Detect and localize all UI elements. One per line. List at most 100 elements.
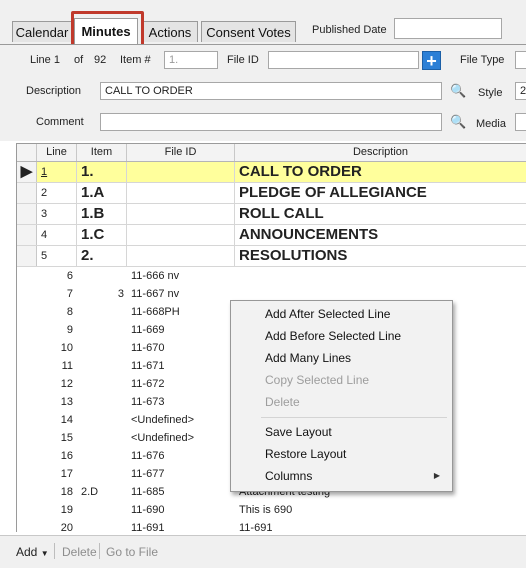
media-label: Media [476, 118, 506, 130]
description-cell: RESOLUTIONS [239, 247, 348, 264]
item-cell [77, 465, 127, 483]
grid-header: Line Item File ID Description [17, 144, 526, 162]
item-cell [77, 447, 127, 465]
file-id-label: File ID [227, 54, 259, 66]
file-id-cell: 11-690 [131, 504, 165, 516]
go-to-file-button[interactable]: Go to File [106, 545, 158, 559]
file-id-cell: 11-676 [131, 450, 165, 462]
line-cell: 6 [66, 270, 73, 282]
line-cell: 5 [37, 246, 77, 266]
published-date-input[interactable] [394, 18, 502, 39]
add-file-button[interactable]: + [422, 51, 441, 70]
item-label: Item # [120, 54, 151, 66]
file-id-cell: 11-671 [131, 360, 165, 372]
comment-label: Comment [36, 116, 84, 128]
table-row[interactable]: 3 1.B ROLL CALL [17, 204, 526, 225]
item-cell: 1.C [77, 225, 127, 245]
row-selector[interactable] [17, 204, 37, 224]
line-cell: 4 [37, 225, 77, 245]
table-row[interactable]: 2 1.A PLEDGE OF ALLEGIANCE [17, 183, 526, 204]
line-cell: 13 [60, 396, 73, 408]
table-row[interactable]: 6 11-666 nv [17, 267, 526, 285]
description-zoom-icon[interactable]: 🔍 [450, 83, 466, 99]
menu-item-columns[interactable]: Columns ▶ [231, 465, 450, 487]
menu-item-delete: Delete [265, 395, 300, 409]
item-cell [77, 267, 127, 285]
file-id-cell: 11-668PH [131, 306, 180, 318]
menu-item-save-layout[interactable]: Save Layout [231, 421, 450, 443]
file-id-cell [127, 246, 235, 266]
menu-item-add-many[interactable]: Add Many Lines [231, 347, 450, 369]
file-id-cell: 11-691 [131, 522, 165, 532]
description-label: Description [26, 85, 82, 97]
description-cell [235, 267, 526, 285]
menu-item-columns-label: Columns [265, 469, 313, 483]
description-cell: This is 690 [239, 504, 293, 516]
comment-input[interactable] [100, 113, 442, 131]
file-id-cell [127, 204, 235, 224]
style-input[interactable]: 2 [515, 82, 526, 100]
item-cell [77, 429, 127, 447]
description-input[interactable]: CALL TO ORDER [100, 82, 442, 100]
file-id-cell: 11-666 nv [131, 270, 180, 282]
line-cell: 14 [60, 414, 73, 426]
menu-item-restore-layout[interactable]: Restore Layout [231, 443, 450, 465]
file-id-cell [127, 183, 235, 203]
tab-actions[interactable]: Actions [142, 21, 198, 42]
line-cell: 15 [60, 432, 73, 444]
file-id-cell: 11-677 [131, 468, 165, 480]
table-row[interactable]: ▶ 1 1. CALL TO ORDER [17, 162, 526, 183]
description-cell: PLEDGE OF ALLEGIANCE [239, 184, 427, 201]
file-id-cell [127, 162, 235, 182]
column-header-file-id[interactable]: File ID [127, 144, 235, 161]
toolbar-separator [99, 543, 100, 559]
bottom-toolbar: Add ▼ Delete Go to File [0, 535, 526, 568]
column-header-item[interactable]: Item [77, 144, 127, 161]
media-input[interactable] [515, 113, 526, 131]
table-row[interactable]: 5 2. RESOLUTIONS [17, 246, 526, 267]
table-row[interactable]: 4 1.C ANNOUNCEMENTS [17, 225, 526, 246]
tab-highlight-box [71, 11, 144, 47]
row-selector[interactable] [17, 183, 37, 203]
item-cell [77, 357, 127, 375]
item-cell [77, 375, 127, 393]
file-id-cell: <Undefined> [131, 414, 194, 426]
line-cell: 20 [60, 522, 73, 532]
description-cell: CALL TO ORDER [239, 163, 362, 180]
item-cell [77, 339, 127, 357]
delete-button[interactable]: Delete [62, 545, 97, 559]
file-type-input[interactable] [515, 51, 526, 69]
file-type-label: File Type [460, 54, 505, 66]
line-cell: 7 [66, 288, 73, 300]
file-id-cell: 11-669 [131, 324, 165, 336]
item-number-input[interactable]: 1. [164, 51, 218, 69]
comment-zoom-icon[interactable]: 🔍 [450, 114, 466, 130]
file-id-cell: <Undefined> [131, 432, 194, 444]
description-cell: ANNOUNCEMENTS [239, 226, 379, 243]
file-id-cell: 11-667 nv [131, 288, 180, 300]
tab-consent-votes[interactable]: Consent Votes [201, 21, 296, 42]
file-id-input[interactable] [268, 51, 419, 69]
item-cell: 2. [77, 246, 127, 266]
table-row[interactable]: 19 11-690 This is 690 [17, 501, 526, 519]
menu-item-add-after[interactable]: Add After Selected Line [231, 303, 450, 325]
column-header-line[interactable]: Line [37, 144, 77, 161]
row-selector[interactable] [17, 225, 37, 245]
item-cell: 1.A [77, 183, 127, 203]
line-cell: 3 [37, 204, 77, 224]
of-label: of [74, 54, 84, 66]
add-dropdown-button[interactable]: Add ▼ [16, 545, 49, 559]
tab-calendar[interactable]: Calendar [12, 21, 72, 42]
row-selector[interactable] [17, 246, 37, 266]
menu-item-add-before[interactable]: Add Before Selected Line [231, 325, 450, 347]
column-header-description[interactable]: Description [235, 144, 526, 161]
line-cell: 9 [66, 324, 73, 336]
file-id-cell [127, 225, 235, 245]
item-cell: 1.B [77, 204, 127, 224]
item-cell [77, 393, 127, 411]
line-cell: 16 [60, 450, 73, 462]
row-selector-header [17, 144, 37, 161]
add-button-label: Add [16, 545, 38, 559]
line-cell: 17 [60, 468, 73, 480]
table-row[interactable]: 20 11-691 11-691 [17, 519, 526, 532]
